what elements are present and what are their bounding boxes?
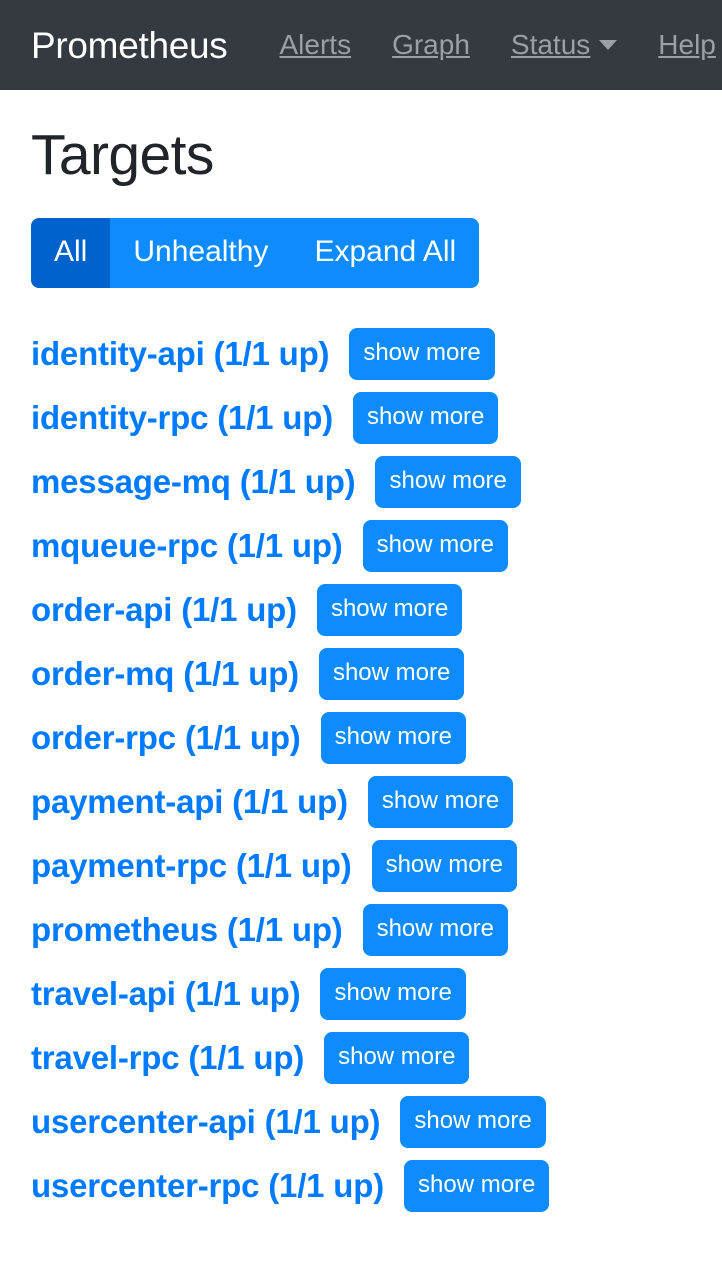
target-job-title[interactable]: travel-rpc (1/1 up) bbox=[31, 1041, 304, 1074]
show-more-button[interactable]: show more bbox=[362, 903, 508, 956]
target-job-title[interactable]: prometheus (1/1 up) bbox=[31, 913, 343, 946]
show-more-button[interactable]: show more bbox=[362, 519, 508, 572]
target-row: identity-api (1/1 up) show more bbox=[31, 322, 691, 386]
nav-link-alerts-label: Alerts bbox=[279, 29, 352, 60]
targets-list: identity-api (1/1 up) show more identity-r… bbox=[31, 322, 691, 1218]
nav-link-graph-label: Graph bbox=[392, 29, 470, 60]
show-more-button[interactable]: show more bbox=[349, 327, 495, 380]
expand-all-button[interactable]: Expand All bbox=[291, 217, 480, 288]
nav-link-help[interactable]: Help bbox=[658, 31, 716, 59]
show-more-button[interactable]: show more bbox=[353, 391, 499, 444]
target-row: travel-rpc (1/1 up) show more bbox=[31, 1026, 691, 1090]
target-job-title[interactable]: payment-rpc (1/1 up) bbox=[31, 849, 352, 882]
show-more-button[interactable]: show more bbox=[375, 455, 521, 508]
target-row: payment-rpc (1/1 up) show more bbox=[31, 834, 691, 898]
chevron-down-icon bbox=[599, 40, 618, 50]
show-more-button[interactable]: show more bbox=[318, 647, 465, 700]
nav-link-status-label: Status bbox=[510, 29, 591, 60]
target-job-title[interactable]: order-api (1/1 up) bbox=[31, 593, 297, 626]
filter-all-button[interactable]: All bbox=[31, 217, 111, 288]
filter-unhealthy-button[interactable]: Unhealthy bbox=[110, 217, 292, 288]
show-more-button[interactable]: show more bbox=[320, 711, 466, 764]
brand-logo-prometheus[interactable]: Prometheus bbox=[31, 27, 228, 64]
target-job-title[interactable]: order-mq (1/1 up) bbox=[31, 657, 299, 690]
target-job-title[interactable]: payment-api (1/1 up) bbox=[31, 785, 348, 818]
page-content: Targets All Unhealthy Expand All identit… bbox=[0, 90, 722, 1218]
show-more-button[interactable]: show more bbox=[404, 1159, 550, 1212]
target-job-title[interactable]: usercenter-rpc (1/1 up) bbox=[31, 1169, 384, 1202]
target-job-title[interactable]: travel-api (1/1 up) bbox=[31, 977, 301, 1010]
target-row: identity-rpc (1/1 up) show more bbox=[31, 386, 691, 450]
show-more-button[interactable]: show more bbox=[367, 775, 514, 828]
target-job-title[interactable]: order-rpc (1/1 up) bbox=[31, 721, 301, 754]
target-job-title[interactable]: usercenter-api (1/1 up) bbox=[31, 1105, 381, 1138]
show-more-button[interactable]: show more bbox=[400, 1095, 546, 1148]
target-row: order-rpc (1/1 up) show more bbox=[31, 706, 691, 770]
nav-link-help-label: Help bbox=[658, 29, 716, 60]
nav-link-alerts[interactable]: Alerts bbox=[280, 31, 352, 59]
nav-links: Alerts Graph Status Help bbox=[280, 31, 716, 59]
target-row: prometheus (1/1 up) show more bbox=[31, 898, 691, 962]
target-row: mqueue-rpc (1/1 up) show more bbox=[31, 514, 691, 578]
target-row: message-mq (1/1 up) show more bbox=[31, 450, 691, 514]
targets-filter-button-group: All Unhealthy Expand All bbox=[31, 217, 480, 288]
show-more-button[interactable]: show more bbox=[320, 967, 466, 1020]
target-row: usercenter-api (1/1 up) show more bbox=[31, 1090, 691, 1154]
nav-link-graph[interactable]: Graph bbox=[392, 31, 470, 59]
target-job-title[interactable]: message-mq (1/1 up) bbox=[31, 465, 356, 498]
top-navbar: Prometheus Alerts Graph Status Help bbox=[0, 0, 722, 90]
show-more-button[interactable]: show more bbox=[324, 1031, 470, 1084]
target-job-title[interactable]: identity-rpc (1/1 up) bbox=[31, 401, 333, 434]
show-more-button[interactable]: show more bbox=[371, 839, 517, 892]
target-row: payment-api (1/1 up) show more bbox=[31, 770, 691, 834]
nav-link-status[interactable]: Status bbox=[510, 29, 618, 60]
target-row: order-api (1/1 up) show more bbox=[31, 578, 691, 642]
target-row: order-mq (1/1 up) show more bbox=[31, 642, 691, 706]
target-job-title[interactable]: mqueue-rpc (1/1 up) bbox=[31, 529, 343, 562]
target-job-title[interactable]: identity-api (1/1 up) bbox=[31, 337, 330, 370]
target-row: usercenter-rpc (1/1 up) show more bbox=[31, 1154, 691, 1218]
target-row: travel-api (1/1 up) show more bbox=[31, 962, 691, 1026]
show-more-button[interactable]: show more bbox=[316, 583, 463, 636]
page-title: Targets bbox=[31, 123, 214, 187]
